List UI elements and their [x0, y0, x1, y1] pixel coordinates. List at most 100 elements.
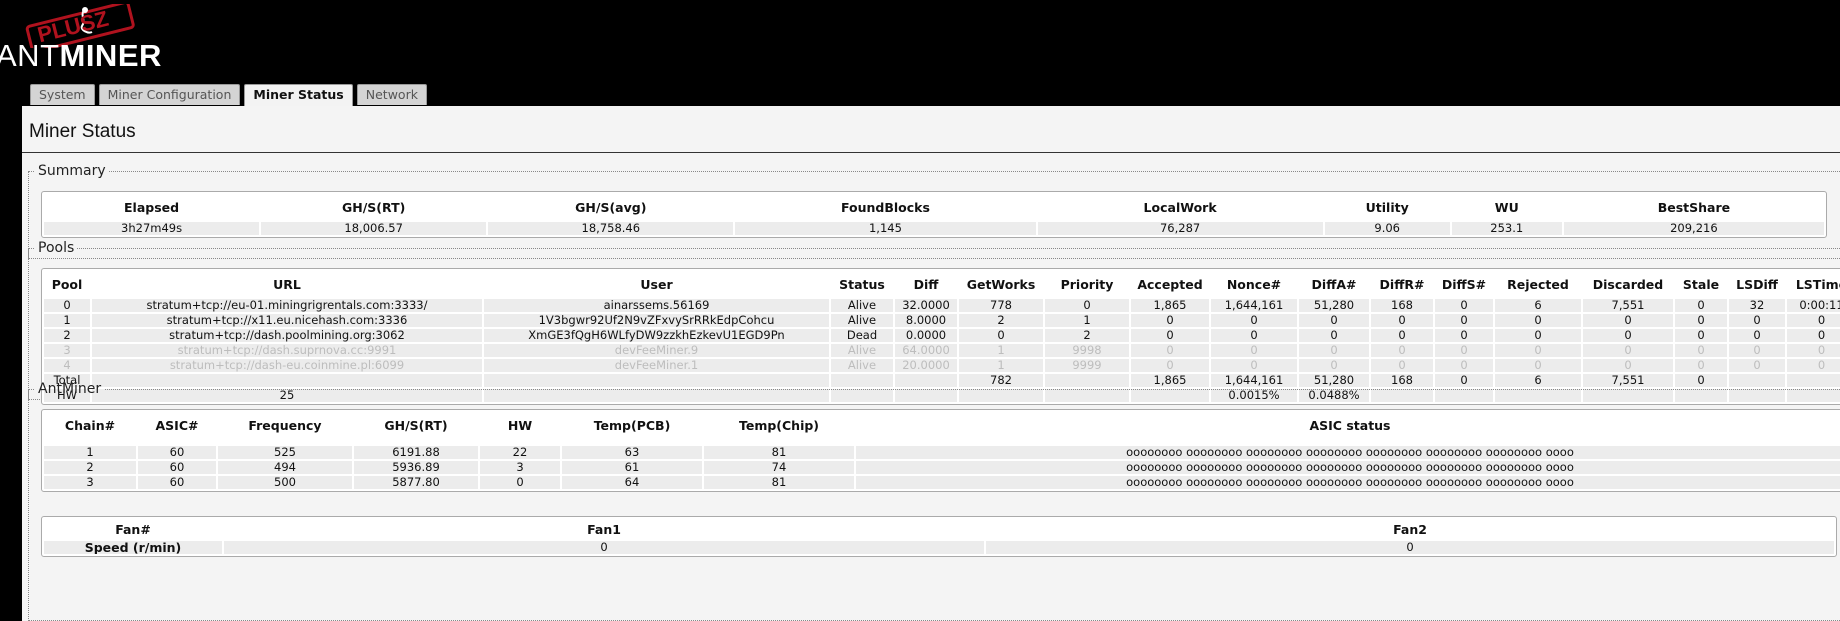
chain-cell-asic: 60: [138, 461, 216, 474]
pool-cell-getworks: 2: [959, 314, 1043, 327]
antminer-legend: AntMiner: [38, 381, 102, 397]
pools-header-rejected: Rejected: [1507, 276, 1569, 292]
title-divider: [22, 152, 1840, 153]
pool-cell-diffs: 0: [1435, 359, 1493, 372]
pool-cell-diff: 20.0000: [895, 359, 957, 372]
pools-header-lstime: LSTime: [1795, 276, 1840, 292]
pool-cell-pool: 1: [44, 314, 90, 327]
chain-cell-asic: 60: [138, 476, 216, 489]
pool-cell-rejected: 0: [1495, 359, 1581, 372]
pool-cell-diffs: 0: [1435, 314, 1493, 327]
pool-cell-user: XmGE3fQgH6WLfyDW9zzkhEzkevU1EGD9Pn: [484, 329, 829, 342]
summary-elapsed: 3h27m49s: [44, 222, 260, 235]
pool-cell-lsdiff: 0: [1729, 359, 1785, 372]
pool-cell-diff: 8.0000: [895, 314, 957, 327]
chain-cell-gh-s-rt: 5936.89: [354, 461, 478, 474]
pools-header-diffs: DiffS#: [1441, 276, 1487, 292]
summary-foundblocks: 1,145: [735, 222, 1036, 235]
antminer-section: AntMiner Chain# ASIC# Frequency GH/S(RT) HW T…: [28, 381, 1840, 621]
pool-cell-stale: 0: [1675, 329, 1727, 342]
summary-header-ghs-rt: GH/S(RT): [342, 199, 406, 215]
pool-cell-lstime: 0: [1787, 344, 1840, 357]
pool-cell-nonce: 1,644,161: [1211, 299, 1297, 312]
summary-header-wu: WU: [1494, 199, 1519, 215]
content-panel: Miner Status Summary Elapsed GH/S(RT) GH…: [22, 106, 1840, 621]
pool-cell-pool: 3: [44, 344, 90, 357]
pools-header-diff: Diff: [913, 276, 939, 292]
pool-cell-accepted: 1,865: [1131, 299, 1209, 312]
pools-legend: Pools: [38, 240, 75, 256]
pool-cell-rejected: 6: [1495, 299, 1581, 312]
pool-cell-lstime: 0: [1787, 359, 1840, 372]
pool-cell-discarded: 0: [1583, 359, 1673, 372]
chain-cell-frequency: 494: [218, 461, 352, 474]
pool-cell-diffs: 0: [1435, 329, 1493, 342]
pool-cell-rejected: 0: [1495, 314, 1581, 327]
pool-row: 1 stratum+tcp://x11.eu.nicehash.com:3336 1…: [44, 314, 1840, 327]
summary-header-foundblocks: FoundBlocks: [840, 199, 930, 215]
pool-cell-diffa: 0: [1299, 329, 1369, 342]
chain-header-frequency: Frequency: [248, 417, 322, 433]
pool-cell-lsdiff: 0: [1729, 329, 1785, 342]
summary-utility: 9.06: [1324, 222, 1450, 235]
pool-cell-diff: 64.0000: [895, 344, 957, 357]
pool-cell-accepted: 0: [1131, 344, 1209, 357]
chain-cell-asic: 60: [138, 446, 216, 459]
chain-header-chain: Chain#: [64, 417, 116, 433]
pool-cell-lstime: 0: [1787, 314, 1840, 327]
summary-legend: Summary: [38, 163, 106, 179]
summary-header-ghs-avg: GH/S(avg): [575, 199, 647, 215]
pool-cell-url: stratum+tcp://dash.poolmining.org:3062: [92, 329, 482, 342]
tab-miner-configuration[interactable]: Miner Configuration: [98, 84, 241, 105]
pool-cell-diffs: 0: [1435, 299, 1493, 312]
pool-cell-url: stratum+tcp://eu-01.miningrigrentals.com…: [92, 299, 482, 312]
pool-cell-url: stratum+tcp://dash-eu.coinmine.pl:6099: [92, 359, 482, 372]
tab-miner-status[interactable]: Miner Status: [244, 84, 353, 107]
pool-cell-url: stratum+tcp://x11.eu.nicehash.com:3336: [92, 314, 482, 327]
pool-cell-accepted: 0: [1131, 329, 1209, 342]
page-title: Miner Status: [29, 121, 136, 142]
fan-header-fan-number: Fan#: [115, 521, 151, 537]
pool-cell-stale: 0: [1675, 344, 1727, 357]
pool-cell-diffr: 0: [1371, 344, 1433, 357]
pool-cell-priority: 9998: [1045, 344, 1129, 357]
pools-header-accepted: Accepted: [1137, 276, 1203, 292]
pools-header-priority: Priority: [1060, 276, 1114, 292]
pool-cell-getworks: 1: [959, 359, 1043, 372]
pool-cell-priority: 9999: [1045, 359, 1129, 372]
fan2-speed: 0: [986, 541, 1834, 554]
chain-cell-chain: 3: [44, 476, 136, 489]
chain-header-gh-s-rt: GH/S(RT): [384, 417, 448, 433]
pool-cell-rejected: 0: [1495, 344, 1581, 357]
chain-row: 2 60 494 5936.89 3 61 74 oooooooo oooooooo oooo…: [44, 461, 1840, 474]
pool-cell-discarded: 0: [1583, 344, 1673, 357]
pool-cell-user: ainarssems.56169: [484, 299, 829, 312]
pool-cell-getworks: 0: [959, 329, 1043, 342]
chain-header-asic-status: ASIC status: [1309, 417, 1391, 433]
pool-cell-diffs: 0: [1435, 344, 1493, 357]
fan-table: Fan# Fan1 Fan2 Speed (r/min) 0 0: [41, 516, 1837, 557]
pool-cell-diffa: 0: [1299, 314, 1369, 327]
chain-cell-asic-status: oooooooo oooooooo oooooooo oooooooo oooo…: [856, 476, 1840, 489]
pool-cell-accepted: 0: [1131, 314, 1209, 327]
pool-cell-status: Alive: [831, 344, 893, 357]
fan-speed-row: Speed (r/min) 0 0: [44, 541, 1834, 554]
fan-header-fan1: Fan1: [587, 521, 621, 537]
pool-cell-diffr: 0: [1371, 329, 1433, 342]
pool-cell-accepted: 0: [1131, 359, 1209, 372]
pool-cell-discarded: 7,551: [1583, 299, 1673, 312]
fan-header-row: Fan# Fan1 Fan2: [44, 519, 1834, 539]
tab-system[interactable]: System: [30, 84, 95, 105]
pool-cell-diffa: 0: [1299, 344, 1369, 357]
chain-header-row: Chain# ASIC# Frequency GH/S(RT) HW Temp(PCB) T…: [44, 412, 1840, 438]
tab-network[interactable]: Network: [356, 84, 427, 105]
pool-cell-lstime: 0:00:11: [1787, 299, 1840, 312]
pool-cell-status: Alive: [831, 299, 893, 312]
main-tabs: System Miner Configuration Miner Status …: [30, 84, 431, 107]
pools-header-row: Pool URL User Status Diff GetWorks Priority Acc…: [44, 271, 1840, 297]
pool-cell-lsdiff: 0: [1729, 344, 1785, 357]
summary-ghs-rt: 18,006.57: [261, 222, 487, 235]
chain-row: 3 60 500 5877.80 0 64 81 oooooooo oooooooo oooo…: [44, 476, 1840, 489]
chain-cell-frequency: 500: [218, 476, 352, 489]
chain-cell-temp-chip: 81: [704, 476, 854, 489]
